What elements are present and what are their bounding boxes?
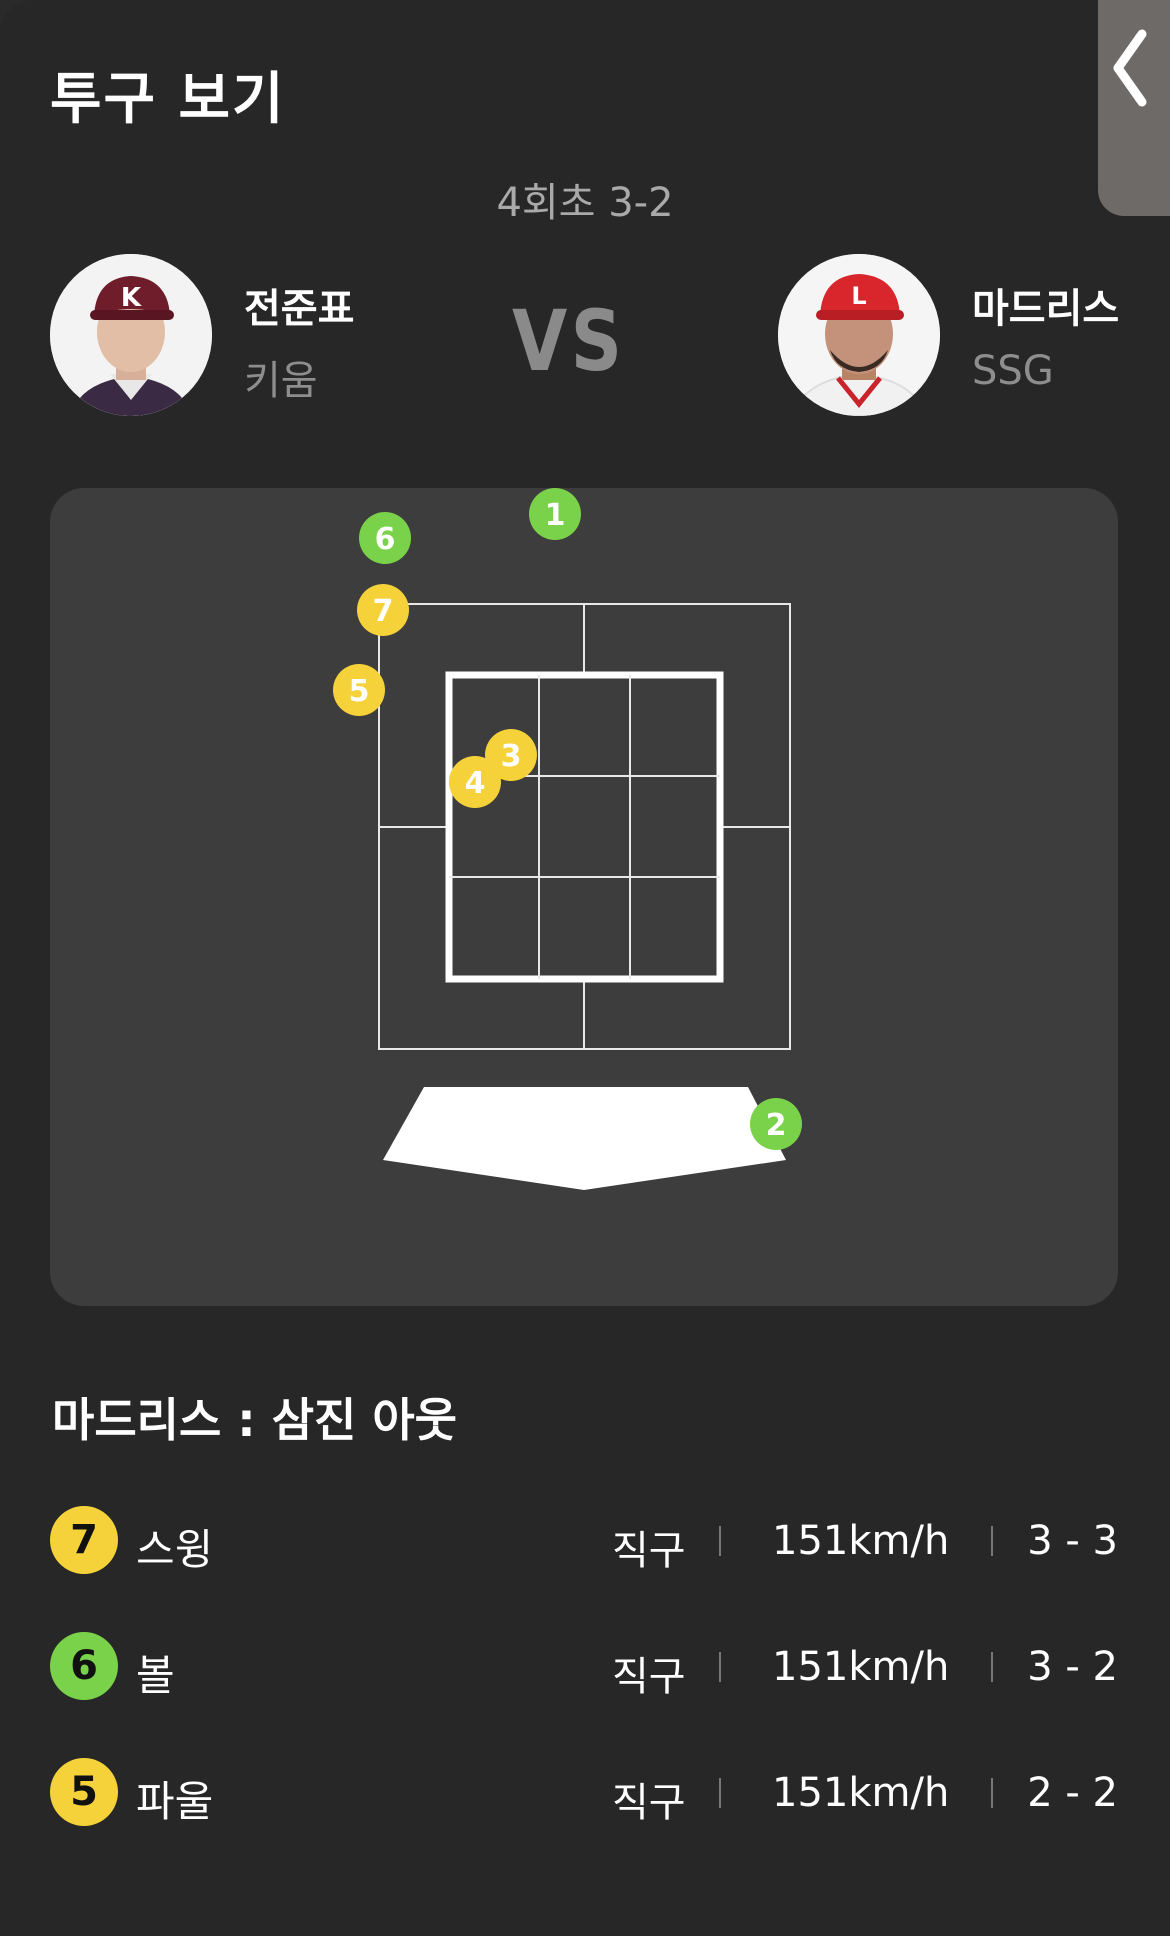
pitch-marker-number: 7	[373, 594, 394, 629]
pitch-marker-number: 2	[766, 1108, 787, 1143]
pitch-type: 직구	[612, 1654, 686, 1700]
pitch-marker-number: 3	[501, 739, 522, 774]
ball-strike-count: 3 - 3	[1027, 1518, 1118, 1564]
pitch-marker-4[interactable]: 4	[449, 756, 501, 808]
zone-inner-grid	[449, 675, 720, 979]
pitch-marker-number: 5	[349, 674, 370, 709]
pitch-marker-number: 6	[375, 522, 396, 557]
pitch-type: 직구	[612, 1780, 686, 1826]
divider	[719, 1652, 721, 1682]
pitch-row[interactable]: 5 파울 직구 151km/h 2 - 2	[50, 1758, 1118, 1828]
pitch-row[interactable]: 6 볼 직구 151km/h 3 - 2	[50, 1632, 1118, 1702]
divider	[991, 1652, 993, 1682]
pitch-result-label: 스윙	[136, 1525, 214, 1574]
ball-strike-count: 3 - 2	[1027, 1644, 1118, 1690]
divider	[991, 1526, 993, 1556]
home-plate	[383, 1087, 786, 1190]
pitch-marker-1[interactable]: 1	[529, 488, 581, 540]
pitch-marker-2[interactable]: 2	[750, 1098, 802, 1150]
at-bat-result: 마드리스 : 삼진 아웃	[52, 1393, 457, 1447]
pitch-marker-5[interactable]: 5	[333, 664, 385, 716]
pitch-speed: 151km/h	[772, 1518, 950, 1564]
divider	[719, 1778, 721, 1808]
ball-strike-count: 2 - 2	[1027, 1770, 1118, 1816]
divider	[719, 1526, 721, 1556]
pitch-marker-number: 1	[545, 498, 566, 533]
pitch-marker-7[interactable]: 7	[357, 584, 409, 636]
pitch-number-badge: 7	[50, 1506, 118, 1574]
pitch-speed: 151km/h	[772, 1644, 950, 1690]
pitch-number-badge: 5	[50, 1758, 118, 1826]
pitch-result-label: 볼	[136, 1651, 175, 1700]
pitch-marker-number: 4	[465, 766, 486, 801]
pitch-marker-6[interactable]: 6	[359, 512, 411, 564]
pitch-result-label: 파울	[136, 1777, 214, 1826]
divider	[991, 1778, 993, 1808]
pitch-number-badge: 6	[50, 1632, 118, 1700]
pitch-type: 직구	[612, 1528, 686, 1574]
pitch-row[interactable]: 7 스윙 직구 151km/h 3 - 3	[50, 1506, 1118, 1576]
zone-inner-box	[445, 671, 724, 983]
pitch-view-panel: 투구 보기 4회초 3-2 K 전준표 키움 VS L 마드리스 SSG 1 2…	[0, 0, 1170, 1936]
pitch-speed: 151km/h	[772, 1770, 950, 1816]
